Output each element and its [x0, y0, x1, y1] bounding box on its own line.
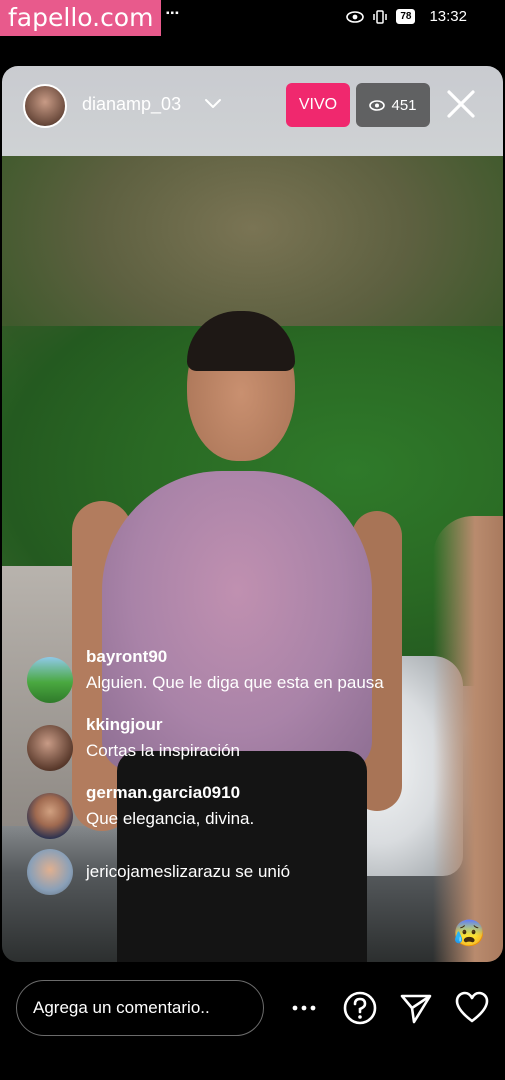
comment-text: Que elegancia, divina.: [86, 809, 255, 828]
reaction-emoji: 😰: [453, 918, 486, 948]
viewer-count-badge[interactable]: 451: [356, 83, 430, 127]
join-notice: jericojameslizarazu se unió: [24, 849, 444, 895]
comment-item: kkingjour Cortas la inspiración: [24, 713, 444, 771]
status-icons: 78 13:32: [346, 8, 467, 25]
comment-input[interactable]: Agrega un comentario..: [16, 980, 264, 1036]
battery-icon: 78: [396, 9, 416, 24]
comment-username[interactable]: german.garcia0910: [86, 781, 444, 805]
comment-text: Cortas la inspiración: [86, 741, 241, 760]
eye-icon: [369, 99, 386, 111]
comment-feed: bayront90 Alguien. Que le diga que esta …: [24, 645, 444, 912]
join-text: jericojameslizarazu se unió: [86, 862, 291, 881]
streamer-username[interactable]: dianamp_03: [82, 94, 181, 115]
chevron-down-icon[interactable]: [203, 94, 223, 114]
joiner-avatar[interactable]: [27, 849, 73, 895]
comment-item: bayront90 Alguien. Que le diga que esta …: [24, 645, 444, 703]
commenter-avatar[interactable]: [27, 793, 73, 839]
comment-item: german.garcia0910 Que elegancia, divina.: [24, 781, 444, 839]
notification-dots: ▪▪▪: [166, 8, 180, 19]
comment-username[interactable]: bayront90: [86, 645, 444, 669]
commenter-avatar[interactable]: [27, 725, 73, 771]
send-icon[interactable]: [398, 990, 434, 1026]
commenter-avatar[interactable]: [27, 657, 73, 703]
close-icon[interactable]: [444, 87, 478, 121]
streamer-avatar[interactable]: [23, 84, 67, 128]
vibrate-icon: [373, 9, 388, 24]
comment-text: Alguien. Que le diga que esta en pausa: [86, 673, 384, 692]
more-icon[interactable]: [286, 990, 322, 1026]
eye-icon: [346, 10, 365, 23]
heart-icon[interactable]: [454, 990, 490, 1026]
hair: [187, 311, 295, 371]
comment-username[interactable]: kkingjour: [86, 713, 444, 737]
question-icon[interactable]: [342, 990, 378, 1026]
clock: 13:32: [429, 8, 467, 25]
watermark: fapello.com: [0, 0, 162, 36]
viewer-count: 451: [391, 96, 417, 114]
live-badge: VIVO: [286, 83, 350, 127]
status-bar: fapello.com ▪▪▪ 78 13:32: [0, 0, 505, 38]
